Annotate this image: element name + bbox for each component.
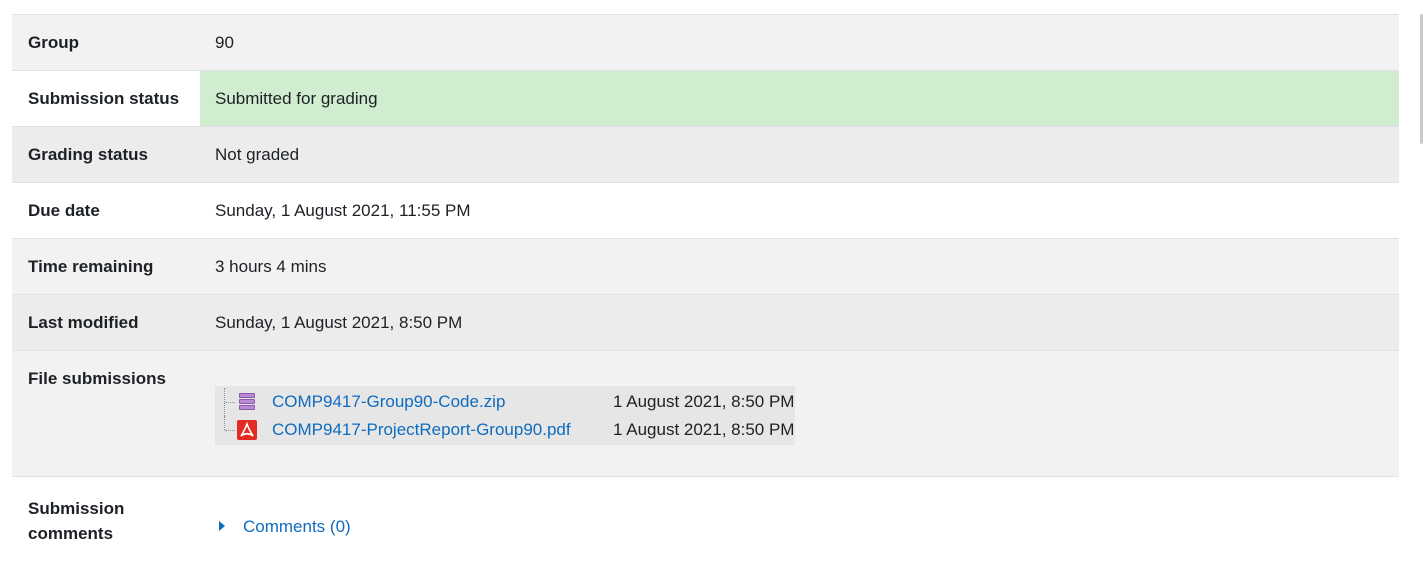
- submission-status-table: Group 90 Submission status Submitted for…: [12, 14, 1399, 584]
- row-grading-status: Grading status Not graded: [12, 126, 1399, 183]
- row-submission-comments: Submission comments Comments (0): [12, 476, 1399, 584]
- row-label-group: Group: [28, 32, 79, 52]
- tree-connector: [215, 388, 237, 416]
- row-label-due-date: Due date: [28, 200, 100, 220]
- row-label-last-modified: Last modified: [28, 312, 139, 332]
- row-due-date: Due date Sunday, 1 August 2021, 11:55 PM: [12, 182, 1399, 239]
- comments-link-label: Comments (0): [243, 517, 351, 536]
- row-value-submission-comments: Comments (0): [200, 477, 1399, 584]
- status-badge: Submitted for grading: [200, 70, 1399, 127]
- file-item: COMP9417-ProjectReport-Group90.pdf 1 Aug…: [215, 416, 795, 444]
- pdf-file-icon: [237, 420, 257, 440]
- row-label-file-submissions: File submissions: [28, 369, 166, 388]
- row-file-submissions: File submissions COMP9417-Group90-Code.z…: [12, 350, 1399, 477]
- row-value-due-date: Sunday, 1 August 2021, 11:55 PM: [215, 200, 471, 220]
- file-link-report-pdf[interactable]: COMP9417-ProjectReport-Group90.pdf: [272, 420, 613, 440]
- comments-toggle-link[interactable]: Comments (0): [219, 517, 351, 537]
- row-value-grading-status: Not graded: [215, 144, 300, 164]
- row-label-grading-status: Grading status: [28, 144, 148, 164]
- file-item: COMP9417-Group90-Code.zip 1 August 2021,…: [215, 388, 795, 416]
- row-submission-status: Submission status Submitted for grading: [12, 70, 1399, 127]
- row-value-group: 90: [215, 32, 234, 52]
- row-label-submission-comments: Submission comments: [28, 499, 125, 543]
- row-label-submission-status: Submission status: [28, 88, 180, 108]
- tree-connector: [215, 416, 237, 444]
- zip-file-icon: [237, 392, 257, 412]
- row-label-time-remaining: Time remaining: [28, 256, 154, 276]
- scrollbar[interactable]: [1419, 0, 1423, 584]
- submission-status-page: Group 90 Submission status Submitted for…: [0, 0, 1423, 584]
- file-date: 1 August 2021, 8:50 PM: [613, 420, 795, 439]
- row-time-remaining: Time remaining 3 hours 4 mins: [12, 238, 1399, 295]
- file-tree: COMP9417-Group90-Code.zip 1 August 2021,…: [215, 386, 796, 445]
- row-value-file-submissions: COMP9417-Group90-Code.zip 1 August 2021,…: [200, 351, 1399, 477]
- caret-right-icon: [219, 521, 225, 531]
- file-link-code-zip[interactable]: COMP9417-Group90-Code.zip: [272, 392, 613, 412]
- row-value-last-modified: Sunday, 1 August 2021, 8:50 PM: [215, 312, 463, 332]
- row-group: Group 90: [12, 14, 1399, 71]
- row-last-modified: Last modified Sunday, 1 August 2021, 8:5…: [12, 294, 1399, 351]
- file-date: 1 August 2021, 8:50 PM: [613, 392, 795, 411]
- row-value-time-remaining: 3 hours 4 mins: [215, 256, 327, 276]
